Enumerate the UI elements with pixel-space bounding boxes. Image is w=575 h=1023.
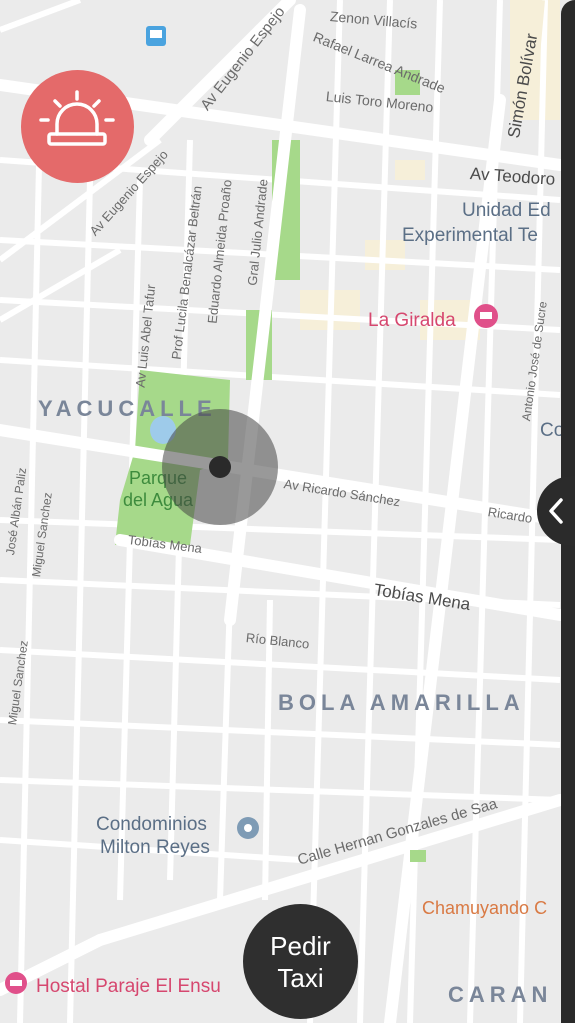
poi-label-milton-reyes: Milton Reyes: [100, 837, 210, 858]
alarm-siren-icon: [39, 90, 115, 146]
poi-label-condominios: Condominios: [96, 814, 207, 835]
chevron-left-icon: [549, 498, 563, 524]
district-label-bola-amarilla: BOLA AMARILLA: [278, 690, 525, 715]
taxi-button-label-line2: Taxi: [277, 962, 324, 993]
taxi-button-label-line1: Pedir: [270, 930, 331, 961]
poi-label-chamuyando: Chamuyando C: [422, 898, 548, 918]
alarm-button[interactable]: [21, 70, 134, 183]
request-taxi-button[interactable]: Pedir Taxi: [243, 904, 358, 1019]
poi-label-unidad: Unidad Ed: [462, 200, 551, 221]
district-label-caran: CARAN: [448, 982, 553, 1007]
current-location-dot: [209, 456, 231, 478]
poi-label-la-giralda: La Giralda: [368, 310, 456, 331]
poi-label-hostal: Hostal Paraje El Ensu: [36, 976, 221, 997]
poi-label-experimental: Experimental Te: [402, 225, 538, 246]
